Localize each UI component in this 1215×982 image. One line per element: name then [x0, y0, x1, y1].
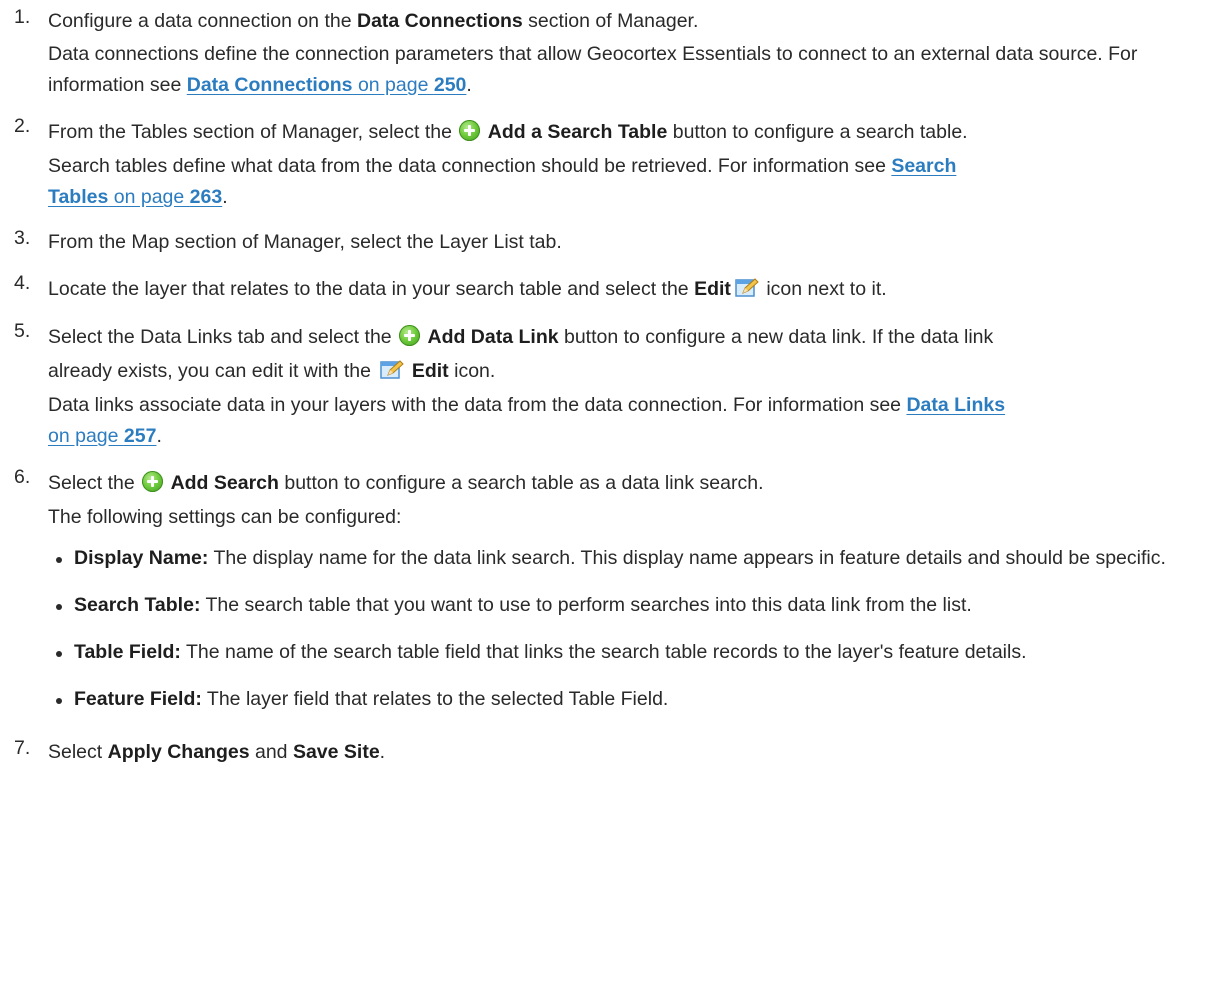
- step-description: Search tables define what data from the …: [48, 155, 957, 208]
- step-instruction: Locate the layer that relates to the dat…: [48, 278, 887, 300]
- step-instruction: Select the Add Search button to configur…: [48, 471, 764, 494]
- step-2: 2. From the Tables section of Manager, s…: [0, 115, 1215, 213]
- list-item: Feature Field: The layer field that rela…: [48, 684, 1203, 715]
- step-description: Data links associate data in your layers…: [48, 394, 1006, 447]
- edit-icon: [380, 360, 405, 379]
- add-icon: [399, 325, 421, 346]
- data-connections-link[interactable]: Data Connections on page 250: [187, 74, 467, 96]
- list-item: Search Table: The search table that you …: [48, 590, 1203, 621]
- edit-icon: [735, 278, 759, 297]
- add-icon: [142, 471, 164, 492]
- step-7: 7. Select Apply Changes and Save Site.: [0, 737, 1215, 768]
- step-number: 2.: [14, 115, 31, 137]
- settings-list: Display Name: The display name for the d…: [48, 543, 1203, 715]
- step-6: 6. Select the Add Search button to confi…: [0, 466, 1215, 715]
- step-description: Data connections define the connection p…: [48, 43, 1138, 96]
- step-number: 1.: [14, 6, 31, 28]
- step-instruction: Select the Data Links tab and select the…: [48, 325, 994, 348]
- step-number: 7.: [14, 737, 31, 759]
- step-4: 4. Locate the layer that relates to the …: [0, 272, 1215, 306]
- step-instruction: Configure a data connection on the Data …: [48, 10, 699, 32]
- step-instruction: Select Apply Changes and Save Site.: [48, 741, 386, 763]
- bullet-icon: [56, 651, 62, 657]
- step-description: The following settings can be configured…: [48, 506, 402, 528]
- bullet-icon: [56, 604, 62, 610]
- step-instruction: From the Tables section of Manager, sele…: [48, 120, 968, 143]
- step-1: 1. Configure a data connection on the Da…: [0, 6, 1215, 101]
- list-item: Display Name: The display name for the d…: [48, 543, 1203, 574]
- step-number: 5.: [14, 320, 31, 342]
- step-5: 5. Select the Data Links tab and select …: [0, 320, 1215, 452]
- step-number: 3.: [14, 227, 31, 249]
- step-number: 4.: [14, 272, 31, 294]
- procedure-document: 1. Configure a data connection on the Da…: [0, 6, 1215, 782]
- add-icon: [459, 120, 481, 141]
- step-instruction: From the Map section of Manager, select …: [48, 231, 562, 253]
- step-instruction-continued: already exists, you can edit it with the…: [48, 360, 496, 382]
- bullet-icon: [56, 557, 62, 563]
- bullet-icon: [56, 698, 62, 704]
- step-3: 3. From the Map section of Manager, sele…: [0, 227, 1215, 258]
- list-item: Table Field: The name of the search tabl…: [48, 637, 1203, 668]
- step-number: 6.: [14, 466, 31, 488]
